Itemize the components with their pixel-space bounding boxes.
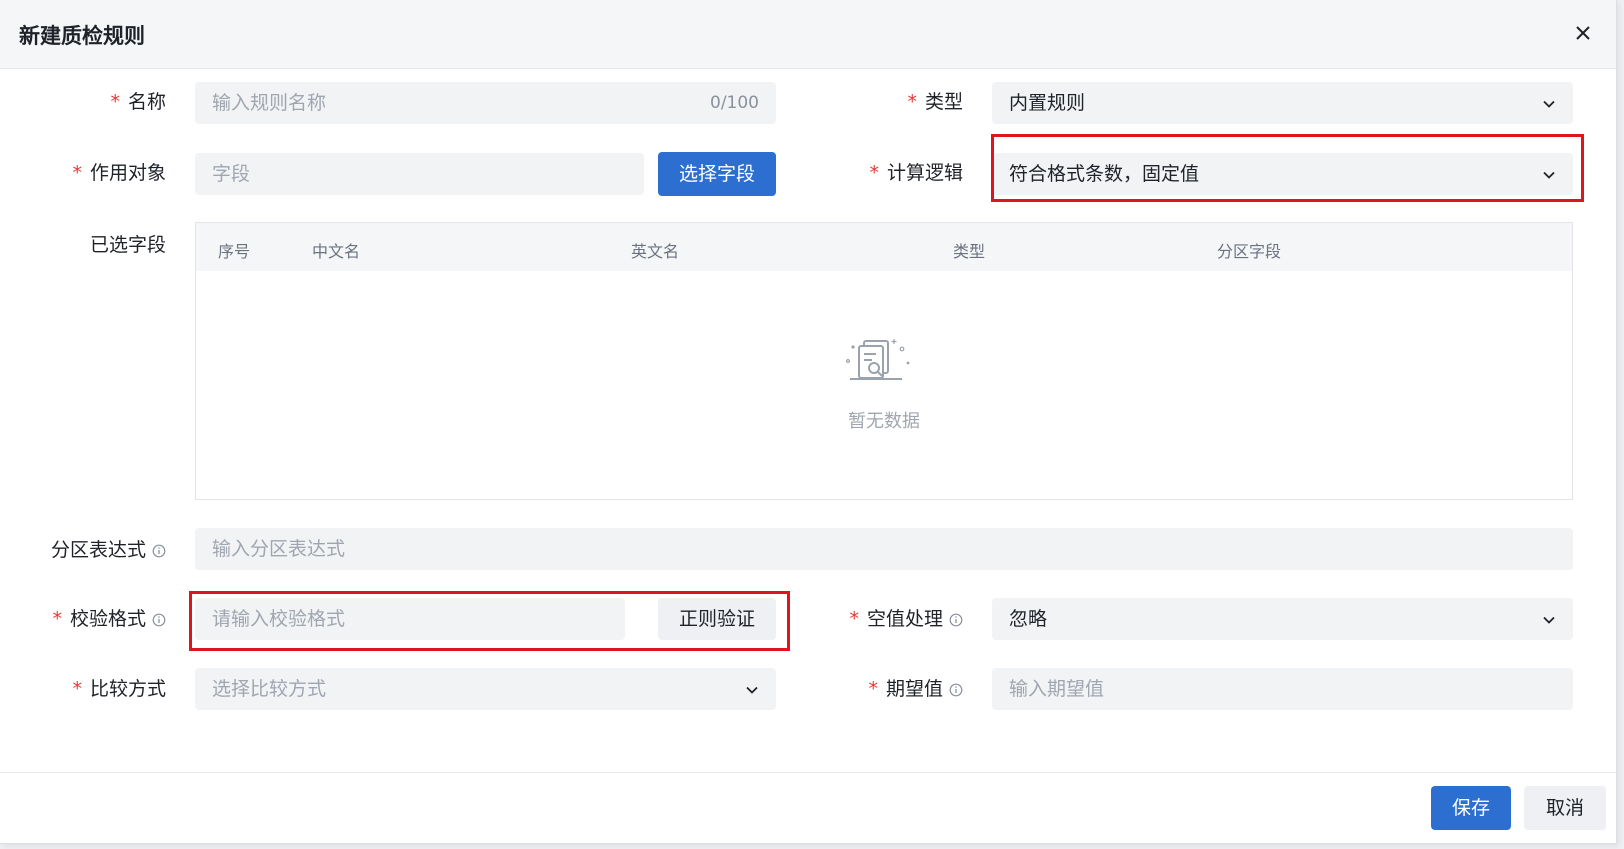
partition-expr-input[interactable]: 输入分区表达式 [195,528,1573,570]
required-mark: * [72,162,82,184]
calc-logic-select[interactable]: 符合格式条数，固定值 [992,153,1573,195]
column-header-en-name: 英文名 [631,242,680,261]
target-label: * 作用对象 [72,162,166,184]
column-header-type: 类型 [953,242,986,261]
char-counter: 0/100 [710,93,759,113]
check-format-placeholder: 请输入校验格式 [212,608,346,630]
chevron-down-icon [746,686,758,694]
expected-value-input[interactable]: 输入期望值 [992,668,1573,710]
empty-document-icon [845,339,910,380]
type-select-value: 内置规则 [1009,92,1086,114]
compare-method-select[interactable]: 选择比较方式 [195,668,776,710]
regex-validate-button[interactable]: 正则验证 [658,598,776,640]
info-circle-icon [152,544,166,557]
chevron-down-icon [1543,171,1555,179]
target-field-input[interactable]: 字段 [195,153,644,195]
calc-logic-label: * 计算逻辑 [869,162,963,184]
calc-logic-value: 符合格式条数，固定值 [1009,163,1200,185]
required-mark: * [52,608,62,630]
required-mark: * [868,678,878,700]
type-select[interactable]: 内置规则 [992,82,1573,124]
null-handling-select[interactable]: 忽略 [992,598,1573,640]
null-handling-label: * 空值处理 [849,606,963,632]
rule-name-placeholder: 输入规则名称 [212,92,327,114]
dialog-header: 新建质检规则 [0,0,1616,69]
check-format-label: * 校验格式 [52,606,166,632]
rule-name-input[interactable]: 输入规则名称 0/100 [195,82,776,124]
table-header: 序号 中文名 英文名 类型 分区字段 [196,223,1572,271]
check-format-input[interactable]: 请输入校验格式 [195,598,625,640]
required-mark: * [907,91,917,113]
required-mark: * [72,678,82,700]
column-header-index: 序号 [218,242,251,261]
required-mark: * [869,162,879,184]
null-handling-value: 忽略 [1009,608,1048,630]
create-quality-rule-dialog: 新建质检规则 * 名称 输入规则名称 0/100 * 类型 内置规则 * 作用对象 字… [0,0,1617,844]
selected-fields-table: 序号 中文名 英文名 类型 分区字段 暂无数据 [195,222,1573,500]
select-field-button[interactable]: 选择字段 [658,152,776,196]
info-circle-icon [152,613,166,626]
close-icon [1576,26,1590,40]
close-button[interactable] [1570,20,1596,46]
cancel-button[interactable]: 取消 [1524,786,1606,830]
info-circle-icon [949,683,963,696]
partition-expr-placeholder: 输入分区表达式 [212,538,346,560]
target-field-placeholder: 字段 [212,163,251,185]
name-label: * 名称 [110,91,166,113]
save-button[interactable]: 保存 [1431,786,1511,830]
dialog-title: 新建质检规则 [19,24,145,48]
required-mark: * [110,91,120,113]
selected-fields-label: 已选字段 [89,234,166,256]
expected-value-placeholder: 输入期望值 [1009,678,1105,700]
column-header-partition: 分区字段 [1217,242,1282,261]
footer-divider [0,772,1616,773]
required-mark: * [849,608,859,630]
chevron-down-icon [1543,100,1555,108]
compare-method-placeholder: 选择比较方式 [212,678,327,700]
column-header-cn-name: 中文名 [312,242,361,261]
empty-state-text: 暂无数据 [848,411,920,432]
type-label: * 类型 [907,91,963,113]
chevron-down-icon [1543,616,1555,624]
info-circle-icon [949,613,963,626]
compare-method-label: * 比较方式 [72,678,166,700]
expected-value-label: * 期望值 [868,676,963,702]
partition-expr-label: 分区表达式 [51,537,166,563]
